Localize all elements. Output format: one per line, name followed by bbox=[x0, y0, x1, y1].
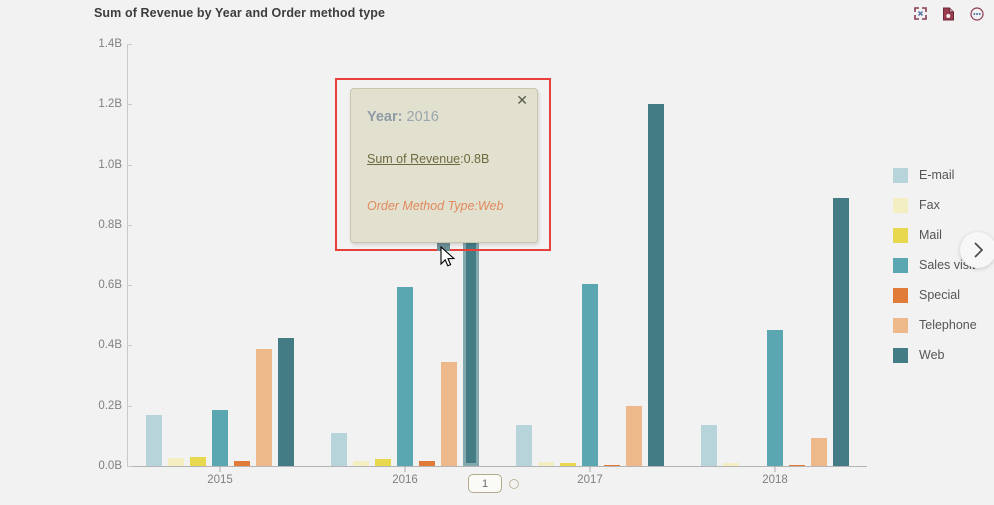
y-tick-label: 0.2B bbox=[88, 400, 122, 418]
y-tick-label: 1.2B bbox=[88, 98, 122, 116]
legend-item-label: E-mail bbox=[919, 168, 955, 182]
chart-legend: E-mail Fax Mail Sales visit Special Telephone… bbox=[893, 160, 977, 370]
y-tick-text: 0.8B bbox=[98, 218, 122, 231]
next-page-button[interactable] bbox=[960, 232, 994, 268]
legend-swatch bbox=[893, 317, 908, 333]
legend-item[interactable]: Special bbox=[893, 280, 977, 310]
bar[interactable] bbox=[604, 464, 620, 466]
y-tick-label: 1.4B bbox=[88, 38, 122, 56]
legend-swatch bbox=[893, 257, 908, 273]
legend-item[interactable]: Web bbox=[893, 340, 977, 370]
bar[interactable] bbox=[419, 460, 435, 466]
y-tick-mark bbox=[127, 104, 132, 106]
y-tick-mark bbox=[127, 405, 132, 407]
bar[interactable] bbox=[278, 338, 294, 466]
tooltip-tail bbox=[437, 243, 450, 251]
bar[interactable] bbox=[626, 406, 642, 466]
bar[interactable] bbox=[767, 329, 783, 466]
close-icon[interactable]: ✕ bbox=[516, 94, 528, 108]
y-tick-mark bbox=[127, 224, 132, 226]
bar[interactable] bbox=[331, 432, 347, 466]
bar[interactable] bbox=[789, 464, 805, 466]
bar[interactable] bbox=[190, 457, 206, 466]
tooltip-year-row: Year: 2016 bbox=[367, 109, 439, 125]
bar[interactable] bbox=[560, 463, 576, 466]
legend-swatch bbox=[893, 167, 908, 183]
bar[interactable] bbox=[516, 425, 532, 466]
tooltip-measure-value: :0.8B bbox=[460, 152, 490, 166]
y-axis-line bbox=[127, 44, 128, 466]
x-tick-label: 2016 bbox=[392, 474, 418, 486]
legend-item-label: Mail bbox=[919, 228, 942, 242]
x-tick-label: 2018 bbox=[762, 474, 788, 486]
bar[interactable] bbox=[146, 414, 162, 466]
bar[interactable] bbox=[701, 425, 717, 466]
y-tick-text: 0.0B bbox=[98, 460, 122, 472]
x-tick-mark bbox=[589, 466, 591, 472]
bar[interactable] bbox=[234, 460, 250, 466]
y-tick-text: 1.4B bbox=[98, 38, 122, 50]
bar[interactable] bbox=[212, 410, 228, 466]
bar[interactable] bbox=[811, 438, 827, 466]
legend-item-label: Special bbox=[919, 288, 960, 302]
y-tick-mark bbox=[127, 466, 132, 467]
y-tick-text: 1.2B bbox=[98, 98, 122, 111]
y-tick-text: 1.0B bbox=[98, 158, 122, 171]
legend-item-label: Web bbox=[919, 348, 945, 362]
chart-widget: Sum of Revenue by Year and Order method … bbox=[0, 0, 994, 505]
y-tick-mark bbox=[127, 285, 132, 287]
y-tick-text: 0.2B bbox=[98, 399, 122, 412]
tooltip-year-key: Year: bbox=[367, 109, 403, 125]
bar[interactable] bbox=[397, 286, 413, 466]
legend-swatch bbox=[893, 197, 908, 213]
tooltip-category-row: Order Method Type:Web bbox=[367, 199, 504, 213]
data-tooltip[interactable]: ✕ Year: 2016 Sum of Revenue:0.8B Order M… bbox=[350, 88, 538, 243]
bar[interactable] bbox=[723, 463, 739, 466]
tooltip-measure-key: Sum of Revenue bbox=[367, 152, 461, 166]
y-tick-label: 0.8B bbox=[88, 219, 122, 237]
legend-swatch bbox=[893, 227, 908, 243]
bar[interactable] bbox=[256, 349, 272, 466]
bar[interactable] bbox=[463, 224, 479, 466]
y-tick-label: 1.0B bbox=[88, 159, 122, 177]
bar[interactable] bbox=[441, 362, 457, 466]
pager-page-1[interactable]: 1 bbox=[468, 474, 502, 493]
y-tick-label: 0.0B bbox=[88, 460, 122, 478]
y-tick-label: 0.4B bbox=[88, 339, 122, 357]
x-tick-label: 2017 bbox=[577, 474, 603, 486]
y-tick-label: 0.6B bbox=[88, 279, 122, 297]
legend-swatch bbox=[893, 347, 908, 363]
legend-item[interactable]: Fax bbox=[893, 190, 977, 220]
legend-item[interactable]: E-mail bbox=[893, 160, 977, 190]
y-tick-mark bbox=[127, 164, 132, 166]
x-tick-mark bbox=[219, 466, 221, 472]
x-tick-mark bbox=[404, 466, 406, 472]
x-axis-line bbox=[127, 466, 867, 467]
bar[interactable] bbox=[648, 104, 664, 466]
tooltip-measure-row: Sum of Revenue:0.8B bbox=[367, 152, 489, 166]
bar[interactable] bbox=[582, 284, 598, 466]
legend-item-label: Fax bbox=[919, 198, 940, 212]
legend-swatch bbox=[893, 287, 908, 303]
legend-item-label: Telephone bbox=[919, 318, 977, 332]
bar[interactable] bbox=[833, 198, 849, 466]
plot-area: 0.0B 0.2B 0.4B 0.6B 0.8B 1.0B 1.2B 1.4B 2015 201… bbox=[0, 0, 994, 505]
legend-item[interactable]: Telephone bbox=[893, 310, 977, 340]
pagination: 1 bbox=[468, 474, 519, 493]
y-tick-text: 0.6B bbox=[98, 279, 122, 292]
y-tick-mark bbox=[127, 345, 132, 347]
bar[interactable] bbox=[168, 458, 184, 466]
x-tick-mark bbox=[774, 466, 776, 472]
y-tick-mark bbox=[127, 44, 132, 45]
tooltip-year-value: 2016 bbox=[406, 109, 439, 125]
pager-page-2[interactable] bbox=[509, 478, 519, 489]
bar[interactable] bbox=[353, 460, 369, 466]
bar[interactable] bbox=[538, 462, 554, 466]
y-tick-text: 0.4B bbox=[98, 339, 122, 352]
x-tick-label: 2015 bbox=[207, 474, 233, 486]
bar[interactable] bbox=[375, 459, 391, 466]
